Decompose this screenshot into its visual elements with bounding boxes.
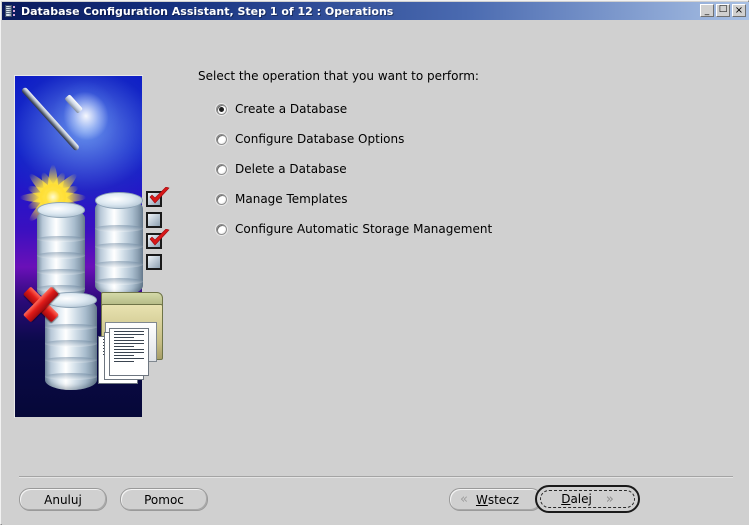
page-title: Select the operation that you want to pe… xyxy=(198,69,479,83)
radio-button-icon[interactable] xyxy=(216,103,227,115)
maximize-button[interactable]: □ xyxy=(716,4,730,17)
radio-option-label: Manage Templates xyxy=(235,192,348,206)
dialog-window: Database Configuration Assistant, Step 1… xyxy=(0,0,749,525)
minimize-icon: _ xyxy=(704,6,710,16)
chevron-left-icon: « xyxy=(460,492,468,507)
database-wizard-illustration xyxy=(14,71,170,418)
chevron-right-icon: » xyxy=(605,491,614,507)
next-button[interactable]: Dalej » xyxy=(535,485,640,513)
radio-option-label: Configure Automatic Storage Management xyxy=(235,222,493,236)
operation-radio-group: Create a Database Configure Database Opt… xyxy=(216,94,636,244)
radio-option-label: Configure Database Options xyxy=(235,132,405,146)
maximize-icon: □ xyxy=(718,4,728,14)
check-mark-icon xyxy=(149,229,170,246)
window-controls: _ □ × xyxy=(700,4,746,17)
radio-option-create-a-database[interactable]: Create a Database xyxy=(216,94,636,124)
radio-option-label: Create a Database xyxy=(235,102,348,116)
radio-button-icon[interactable] xyxy=(216,223,227,235)
radio-option-delete-a-database[interactable]: Delete a Database xyxy=(216,154,636,184)
radio-option-configure-database-options[interactable]: Configure Database Options xyxy=(216,124,636,154)
close-icon: × xyxy=(734,5,744,16)
back-button[interactable]: « Wstecz xyxy=(449,488,542,511)
back-button-label: Wstecz xyxy=(475,492,520,507)
window-titlebar[interactable]: Database Configuration Assistant, Step 1… xyxy=(2,2,749,20)
close-button[interactable]: × xyxy=(732,4,746,17)
red-x-icon xyxy=(22,285,60,323)
cancel-button[interactable]: Anuluj xyxy=(19,488,107,511)
minimize-button[interactable]: _ xyxy=(700,4,714,17)
radio-option-configure-automatic-storage-management[interactable]: Configure Automatic Storage Management xyxy=(216,214,636,244)
checklist-icon xyxy=(146,187,174,275)
database-cylinder-icon xyxy=(95,192,143,296)
footer-divider xyxy=(19,476,733,478)
radio-button-icon[interactable] xyxy=(216,193,227,205)
magic-wand-icon xyxy=(20,86,99,162)
next-button-label: Dalej xyxy=(561,492,592,506)
dialog-content: Select the operation that you want to pe… xyxy=(2,20,749,525)
window-title: Database Configuration Assistant, Step 1… xyxy=(21,4,394,18)
radio-option-manage-templates[interactable]: Manage Templates xyxy=(216,184,636,214)
check-mark-icon xyxy=(149,187,170,204)
help-button[interactable]: Pomoc xyxy=(120,488,208,511)
radio-option-label: Delete a Database xyxy=(235,162,347,176)
folder-documents-icon xyxy=(87,292,167,384)
database-server-icon xyxy=(4,4,18,18)
radio-button-icon[interactable] xyxy=(216,133,227,145)
radio-button-icon[interactable] xyxy=(216,163,227,175)
